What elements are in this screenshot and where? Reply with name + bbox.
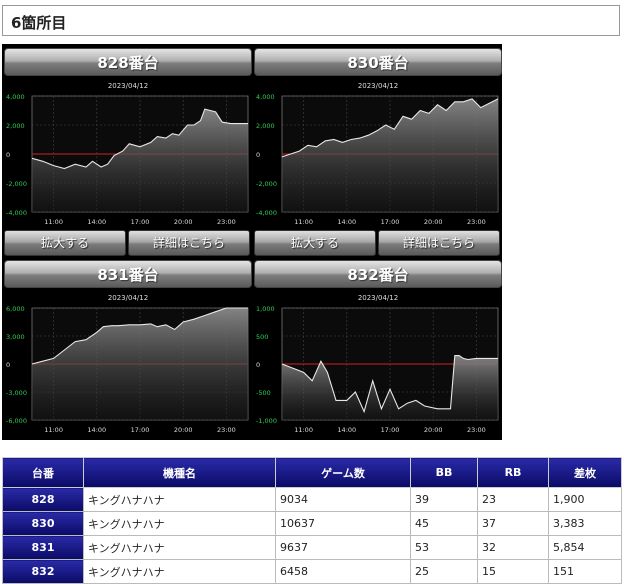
cell-games: 9034 — [275, 487, 411, 512]
cell-rb: 37 — [477, 511, 549, 536]
cell-bb: 39 — [410, 487, 478, 512]
table-row: 828 キングハナハナ 9034 39 23 1,900 — [2, 487, 622, 512]
x-tick-label: 23:00 — [217, 426, 236, 434]
slot-chart: 2023/04/12 1,000 500 0 -500 -1,000 11:00 14:00 1… — [256, 294, 499, 434]
cell-games: 6458 — [275, 559, 411, 584]
y-tick-label: -6,000 — [6, 417, 27, 425]
slot-832: 832番台 2023/04/12 1,000 500 0 -500 -1,000 11:00… — [254, 260, 502, 440]
slot-header: 832番台 — [254, 260, 502, 288]
cell-bb: 53 — [410, 535, 478, 560]
detail-button[interactable]: 詳細はこちら — [128, 230, 250, 256]
y-tick-label: 0 — [256, 361, 260, 369]
x-tick-label: 11:00 — [44, 218, 63, 226]
y-tick-label: 4,000 — [6, 93, 25, 101]
detail-button[interactable]: 詳細はこちら — [378, 230, 500, 256]
section-title-box: 6箇所目 — [2, 5, 620, 36]
y-tick-label: -3,000 — [6, 389, 27, 397]
chart-date: 2023/04/12 — [358, 294, 398, 302]
zoom-button[interactable]: 拡大する — [254, 230, 376, 256]
slot-header: 830番台 — [254, 48, 502, 76]
slot-831: 831番台 2023/04/12 6,000 3,000 0 -3,000 -6,000 1… — [4, 260, 252, 440]
zoom-button[interactable]: 拡大する — [4, 230, 126, 256]
slot-header: 828番台 — [4, 48, 252, 76]
table-row: 831 キングハナハナ 9637 53 32 5,854 — [2, 535, 622, 560]
cell-machine: キングハナハナ — [83, 535, 276, 560]
table-header-row: 台番 機種名 ゲーム数 BB RB 差枚 — [2, 457, 622, 488]
col-header-games: ゲーム数 — [275, 457, 411, 488]
cell-number: 830 — [2, 511, 84, 536]
cell-games: 10637 — [275, 511, 411, 536]
y-tick-label: 0 — [256, 151, 260, 159]
x-tick-label: 20:00 — [424, 426, 443, 434]
y-tick-label: 4,000 — [256, 93, 275, 101]
cell-machine: キングハナハナ — [83, 559, 276, 584]
y-tick-label: 500 — [256, 333, 268, 341]
cell-bb: 45 — [410, 511, 478, 536]
x-tick-label: 23:00 — [217, 218, 236, 226]
x-tick-label: 20:00 — [424, 218, 443, 226]
cell-diff: 5,854 — [548, 535, 622, 560]
y-tick-label: 0 — [6, 151, 10, 159]
x-tick-label: 11:00 — [294, 426, 313, 434]
x-tick-label: 23:00 — [467, 218, 486, 226]
col-header-diff: 差枚 — [548, 457, 622, 488]
slot-chart: 2023/04/12 6,000 3,000 0 -3,000 -6,000 11:00 14… — [6, 294, 249, 434]
y-tick-label: 6,000 — [6, 305, 25, 313]
x-tick-label: 17:00 — [381, 218, 400, 226]
x-tick-label: 14:00 — [337, 426, 356, 434]
col-header-machine: 機種名 — [83, 457, 276, 488]
graph-panel: 828番台 2023/04/12 4,000 2,000 0 -2,000 -4,000 1… — [2, 44, 502, 440]
cell-number: 831 — [2, 535, 84, 560]
col-header-number: 台番 — [2, 457, 84, 488]
x-tick-label: 17:00 — [131, 426, 150, 434]
y-tick-label: 0 — [6, 361, 10, 369]
col-header-rb: RB — [477, 457, 549, 488]
slot-data-table: 台番 機種名 ゲーム数 BB RB 差枚 828 キングハナハナ 9034 39… — [2, 457, 622, 584]
x-tick-label: 17:00 — [131, 218, 150, 226]
x-tick-label: 23:00 — [467, 426, 486, 434]
y-tick-label: 2,000 — [6, 122, 25, 130]
x-tick-label: 11:00 — [294, 218, 313, 226]
cell-diff: 1,900 — [548, 487, 622, 512]
x-tick-label: 14:00 — [87, 426, 106, 434]
cell-number: 828 — [2, 487, 84, 512]
page-title: 6箇所目 — [11, 14, 67, 32]
cell-bb: 25 — [410, 559, 478, 584]
y-tick-label: -1,000 — [256, 417, 277, 425]
chart-date: 2023/04/12 — [108, 82, 148, 90]
y-tick-label: -500 — [256, 389, 271, 397]
cell-number: 832 — [2, 559, 84, 584]
cell-machine: キングハナハナ — [83, 487, 276, 512]
x-tick-label: 20:00 — [174, 426, 193, 434]
cell-games: 9637 — [275, 535, 411, 560]
y-tick-label: -2,000 — [6, 180, 27, 188]
slot-828: 828番台 2023/04/12 4,000 2,000 0 -2,000 -4,000 1… — [4, 48, 252, 260]
x-tick-label: 14:00 — [337, 218, 356, 226]
y-tick-label: -4,000 — [256, 209, 277, 217]
cell-rb: 32 — [477, 535, 549, 560]
slot-830: 830番台 2023/04/12 4,000 2,000 0 -2,000 -4,000 1… — [254, 48, 502, 260]
x-tick-label: 17:00 — [381, 426, 400, 434]
x-tick-label: 11:00 — [44, 426, 63, 434]
slot-header: 831番台 — [4, 260, 252, 288]
table-row: 830 キングハナハナ 10637 45 37 3,383 — [2, 511, 622, 536]
y-tick-label: -4,000 — [6, 209, 27, 217]
chart-date: 2023/04/12 — [108, 294, 148, 302]
x-tick-label: 14:00 — [87, 218, 106, 226]
col-header-bb: BB — [410, 457, 478, 488]
table-row: 832 キングハナハナ 6458 25 15 151 — [2, 559, 622, 584]
x-tick-label: 20:00 — [174, 218, 193, 226]
cell-rb: 15 — [477, 559, 549, 584]
y-tick-label: -2,000 — [256, 180, 277, 188]
y-tick-label: 1,000 — [256, 305, 275, 313]
cell-rb: 23 — [477, 487, 549, 512]
chart-date: 2023/04/12 — [358, 82, 398, 90]
slot-chart: 2023/04/12 4,000 2,000 0 -2,000 -4,000 11:00 14… — [256, 82, 499, 226]
y-tick-label: 2,000 — [256, 122, 275, 130]
y-tick-label: 3,000 — [6, 333, 25, 341]
cell-diff: 3,383 — [548, 511, 622, 536]
cell-diff: 151 — [548, 559, 622, 584]
slot-chart: 2023/04/12 4,000 2,000 0 -2,000 -4,000 11:00 14… — [6, 82, 249, 226]
cell-machine: キングハナハナ — [83, 511, 276, 536]
